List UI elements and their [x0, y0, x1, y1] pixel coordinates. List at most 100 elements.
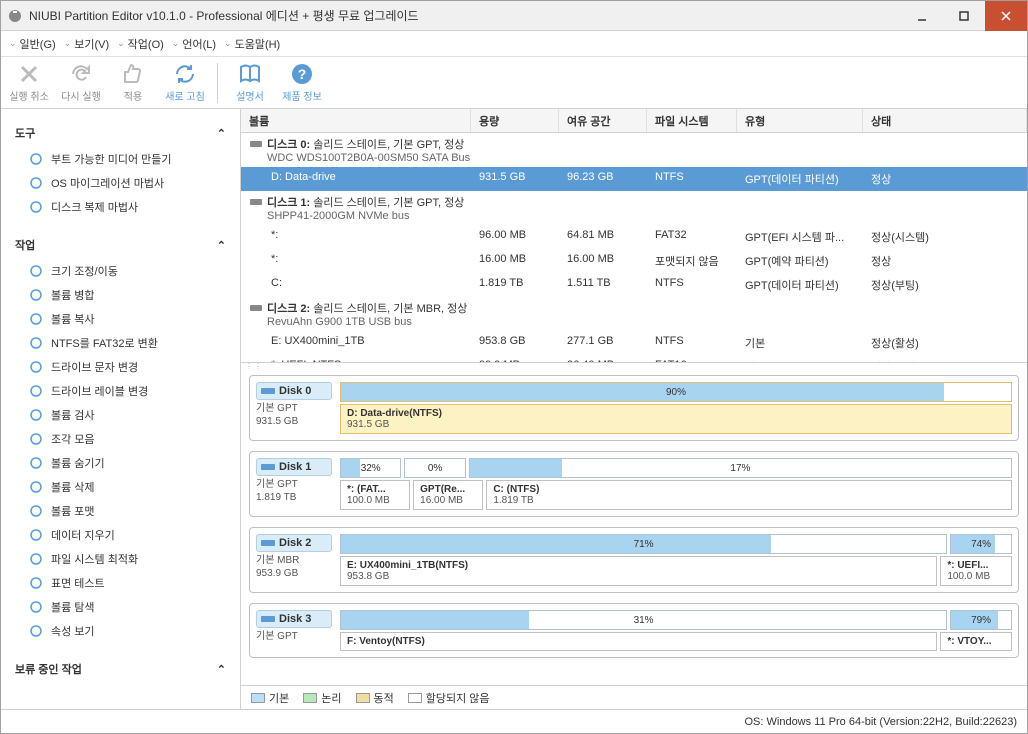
action-icon: [29, 432, 43, 446]
chevron-up-icon: ⌃: [217, 239, 226, 252]
disk-card: Disk 2기본 MBR953.9 GB71%74%E: UX400mini_1…: [249, 527, 1019, 593]
chevron-down-icon: ⌄: [64, 38, 72, 49]
manual-button[interactable]: 설명서: [230, 62, 270, 103]
partition-label[interactable]: D: Data-drive(NTFS)931.5 GB: [340, 404, 1012, 434]
partition-row[interactable]: E: UX400mini_1TB953.8 GB277.1 GBNTFS기본정상…: [241, 331, 1027, 355]
usage-bar[interactable]: 0%: [404, 458, 465, 478]
maximize-button[interactable]: [943, 1, 985, 31]
legend-dynamic: 동적: [356, 690, 394, 706]
partition-label[interactable]: *: (FAT...100.0 MB: [340, 480, 410, 510]
disk-card: Disk 3기본 GPT31%79%F: Ventoy(NTFS)*: VTOY…: [249, 603, 1019, 658]
window-controls: [901, 1, 1027, 31]
sidebar-item[interactable]: 볼륨 병합: [1, 283, 240, 307]
sidebar-item[interactable]: 파일 시스템 최적화: [1, 547, 240, 571]
menubar: ⌄일반(G) ⌄보기(V) ⌄작업(O) ⌄언어(L) ⌄도움말(H): [1, 31, 1027, 57]
partition-label[interactable]: *: VTOY...: [940, 632, 1012, 651]
menu-item[interactable]: ⌄언어(L): [172, 36, 216, 52]
close-button[interactable]: [985, 1, 1027, 31]
sidebar: 도구 ⌃ 부트 가능한 미디어 만들기OS 마이그레이션 마법사디스크 복제 마…: [1, 109, 241, 709]
disk-badge[interactable]: Disk 0: [256, 382, 332, 400]
sidebar-pending-header[interactable]: 보류 중인 작업 ⌃: [1, 655, 240, 683]
sidebar-item[interactable]: 볼륨 숨기기: [1, 451, 240, 475]
disk-header[interactable]: 디스크 1: 솔리드 스테이트, 기본 GPT, 정상SHPP41-2000GM…: [241, 191, 1027, 225]
sidebar-item[interactable]: 볼륨 삭제: [1, 475, 240, 499]
legend-primary: 기본: [251, 690, 289, 706]
partition-row[interactable]: *: UEFI_NTFS99.9 MB26.40 MBFAT16기본정상(숨김): [241, 355, 1027, 363]
disk-badge[interactable]: Disk 3: [256, 610, 332, 628]
usage-bar[interactable]: 31%: [340, 610, 947, 630]
disk-header[interactable]: 디스크 0: 솔리드 스테이트, 기본 GPT, 정상WDC WDS100T2B…: [241, 133, 1027, 167]
usage-bar[interactable]: 79%: [950, 610, 1012, 630]
sidebar-item[interactable]: 부트 가능한 미디어 만들기: [1, 147, 240, 171]
partition-label[interactable]: E: UX400mini_1TB(NTFS)953.8 GB: [340, 556, 937, 586]
menu-item[interactable]: ⌄보기(V): [64, 36, 109, 52]
col-capacity[interactable]: 용량: [471, 109, 559, 132]
sidebar-item[interactable]: 드라이브 레이블 변경: [1, 379, 240, 403]
sidebar-item[interactable]: OS 마이그레이션 마법사: [1, 171, 240, 195]
sidebar-item[interactable]: 볼륨 복사: [1, 307, 240, 331]
disk-badge[interactable]: Disk 2: [256, 534, 332, 552]
os-info: OS: Windows 11 Pro 64-bit (Version:22H2,…: [745, 716, 1018, 728]
sidebar-item[interactable]: 볼륨 포맷: [1, 499, 240, 523]
sidebar-item[interactable]: 속성 보기: [1, 619, 240, 643]
col-fs[interactable]: 파일 시스템: [647, 109, 737, 132]
about-button[interactable]: ? 제품 정보: [282, 62, 322, 103]
sidebar-item[interactable]: 데이터 지우기: [1, 523, 240, 547]
action-icon: [29, 264, 43, 278]
partition-label[interactable]: C: (NTFS)1.819 TB: [486, 480, 1012, 510]
partition-label[interactable]: GPT(Re...16.00 MB: [413, 480, 483, 510]
apply-button[interactable]: 적용: [113, 62, 153, 103]
partition-row[interactable]: C:1.819 TB1.511 TBNTFSGPT(데이터 파티션)정상(부팅): [241, 273, 1027, 297]
undo-button[interactable]: 실행 취소: [9, 62, 49, 103]
chevron-up-icon: ⌃: [217, 127, 226, 140]
action-icon: [29, 600, 43, 614]
sidebar-item[interactable]: 볼륨 검사: [1, 403, 240, 427]
sidebar-item[interactable]: NTFS를 FAT32로 변환: [1, 331, 240, 355]
disk-badge[interactable]: Disk 1: [256, 458, 332, 476]
redo-button[interactable]: 다시 실행: [61, 62, 101, 103]
col-free[interactable]: 여유 공간: [559, 109, 647, 132]
usage-bar[interactable]: 90%: [340, 382, 1012, 402]
col-type[interactable]: 유형: [737, 109, 863, 132]
sidebar-item[interactable]: 디스크 복제 마법사: [1, 195, 240, 219]
thumbs-up-icon: [121, 62, 145, 86]
chevron-down-icon: ⌄: [9, 38, 17, 49]
partition-label[interactable]: F: Ventoy(NTFS): [340, 632, 937, 651]
minimize-button[interactable]: [901, 1, 943, 31]
usage-bar[interactable]: 32%: [340, 458, 401, 478]
menu-item[interactable]: ⌄도움말(H): [224, 36, 280, 52]
sidebar-item[interactable]: 조각 모음: [1, 427, 240, 451]
disk-card: Disk 0기본 GPT931.5 GB90%D: Data-drive(NTF…: [249, 375, 1019, 441]
action-icon: [29, 504, 43, 518]
partition-row[interactable]: D: Data-drive931.5 GB96.23 GBNTFSGPT(데이터…: [241, 167, 1027, 191]
action-icon: [29, 552, 43, 566]
sidebar-item[interactable]: 드라이브 문자 변경: [1, 355, 240, 379]
partition-row[interactable]: *:96.00 MB64.81 MBFAT32GPT(EFI 시스템 파...정…: [241, 225, 1027, 249]
disk-icon: [261, 538, 275, 548]
sidebar-item[interactable]: 표면 테스트: [1, 571, 240, 595]
chevron-up-icon: ⌃: [217, 663, 226, 676]
grid-header: 볼륨 용량 여유 공간 파일 시스템 유형 상태: [241, 109, 1027, 133]
usage-bar[interactable]: 17%: [469, 458, 1012, 478]
partition-label[interactable]: *: UEFI...100.0 MB: [940, 556, 1012, 586]
book-icon: [238, 62, 262, 86]
sidebar-item[interactable]: 크기 조정/이동: [1, 259, 240, 283]
disk-icon: [261, 614, 275, 624]
partition-row[interactable]: *:16.00 MB16.00 MB포맷되지 않음GPT(예약 파티션)정상: [241, 249, 1027, 273]
refresh-button[interactable]: 새로 고침: [165, 62, 205, 103]
col-status[interactable]: 상태: [863, 109, 1027, 132]
menu-item[interactable]: ⌄작업(O): [117, 36, 164, 52]
sidebar-ops-header[interactable]: 작업 ⌃: [1, 231, 240, 259]
disk-header[interactable]: 디스크 2: 솔리드 스테이트, 기본 MBR, 정상RevuAhn G900 …: [241, 297, 1027, 331]
disk-icon: [249, 195, 263, 209]
chevron-down-icon: ⌄: [224, 38, 232, 49]
sidebar-tools-header[interactable]: 도구 ⌃: [1, 119, 240, 147]
menu-item[interactable]: ⌄일반(G): [9, 36, 56, 52]
usage-bar[interactable]: 71%: [340, 534, 947, 554]
col-volume[interactable]: 볼륨: [241, 109, 471, 132]
disk-icon: [249, 301, 263, 315]
usage-bar[interactable]: 74%: [950, 534, 1012, 554]
sidebar-item[interactable]: 볼륨 탐색: [1, 595, 240, 619]
refresh-icon: [173, 62, 197, 86]
sidebar-pending-section: 보류 중인 작업 ⌃: [1, 649, 240, 689]
